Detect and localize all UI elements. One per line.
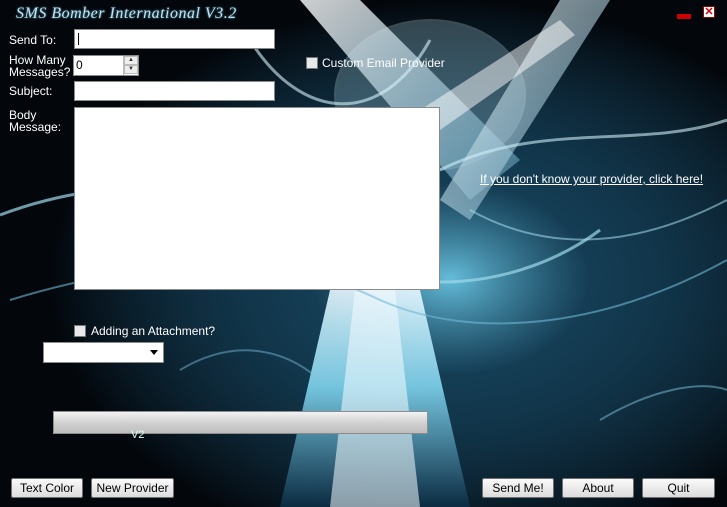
chevron-down-icon — [150, 350, 158, 355]
send-progress-bar — [53, 411, 428, 434]
chevron-up-icon[interactable]: ▲ — [124, 56, 138, 65]
attachment-checkbox[interactable] — [74, 325, 86, 337]
quit-button[interactable]: Quit — [642, 478, 715, 498]
custom-email-label: Custom Email Provider — [322, 56, 445, 70]
subject-label: Subject: — [9, 84, 53, 98]
send-to-label: Send To: — [9, 33, 57, 47]
new-provider-button[interactable]: New Provider — [91, 478, 174, 498]
close-icon[interactable]: ✕ — [703, 6, 715, 18]
body-label: Body Message: — [9, 109, 61, 133]
chevron-down-icon[interactable]: ▼ — [124, 65, 138, 74]
attachment-label: Adding an Attachment? — [91, 324, 216, 338]
provider-select[interactable] — [43, 342, 164, 363]
custom-email-checkbox[interactable] — [306, 57, 318, 69]
message-count-value: 0 — [76, 58, 83, 72]
provider-help-link[interactable]: If you don't know your provider, click h… — [480, 172, 703, 186]
how-many-label-line2: Messages? — [9, 65, 71, 79]
how-many-label: How Many Messages? — [9, 54, 70, 78]
subject-input[interactable] — [74, 81, 275, 101]
window-title: SMS Bomber International V3.2 — [16, 5, 237, 22]
message-count-stepper[interactable]: 0 ▲ ▼ — [73, 55, 139, 76]
send-button[interactable]: Send Me! — [482, 478, 554, 498]
minimize-icon[interactable] — [677, 14, 691, 19]
text-color-button[interactable]: Text Color — [11, 478, 83, 498]
body-label-line2: Message: — [9, 120, 62, 134]
stepper-arrows: ▲ ▼ — [123, 56, 138, 75]
send-to-input[interactable] — [74, 29, 275, 49]
version-text: V2 — [131, 429, 145, 441]
text-caret — [78, 33, 79, 45]
about-button[interactable]: About — [562, 478, 634, 498]
body-textarea[interactable] — [74, 107, 440, 290]
